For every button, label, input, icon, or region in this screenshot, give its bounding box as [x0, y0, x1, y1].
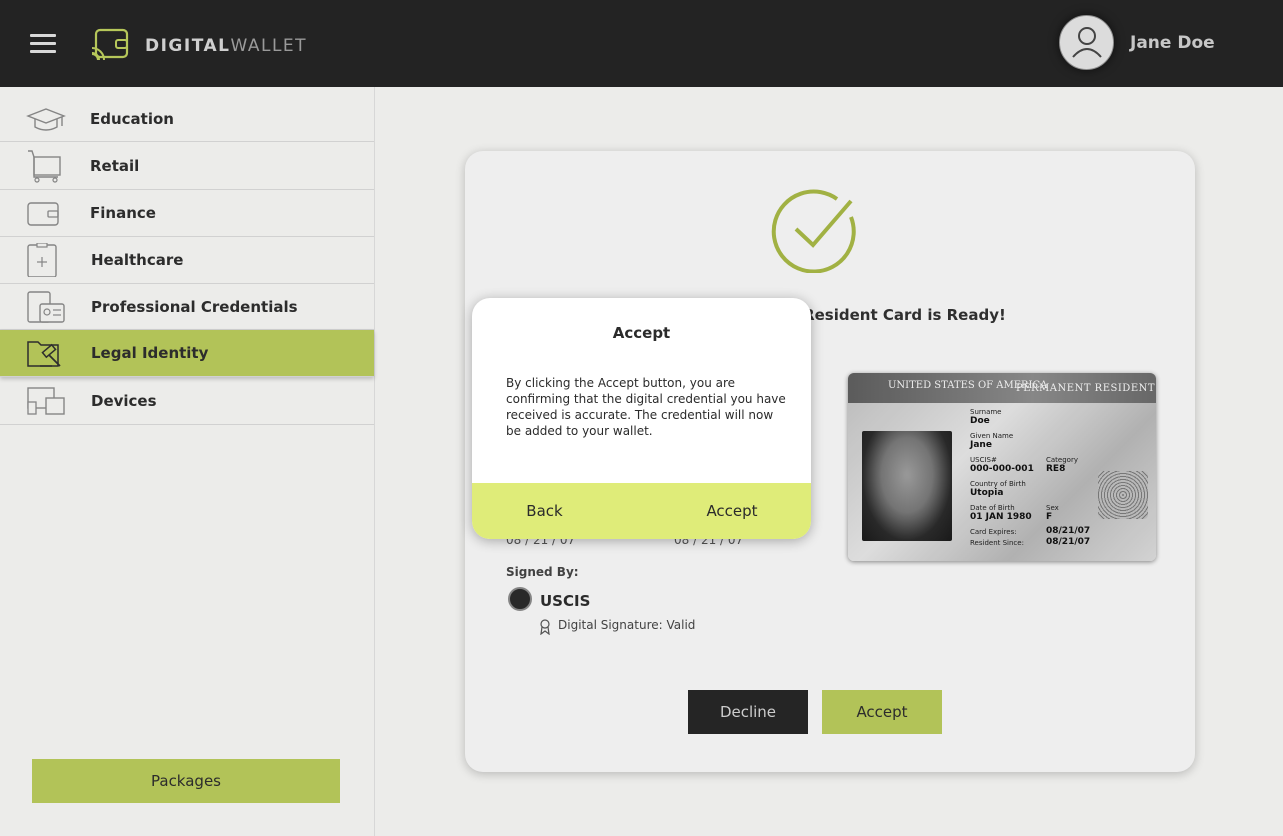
- dialog-accept-button[interactable]: Accept: [667, 483, 797, 539]
- sidebar-item-retail[interactable]: Retail: [0, 143, 374, 190]
- sidebar-item-label: Legal Identity: [91, 344, 209, 362]
- user-name[interactable]: Jane Doe: [1130, 33, 1215, 53]
- checkmark-circle-icon: [771, 189, 856, 273]
- sidebar-item-education[interactable]: Education: [0, 96, 374, 142]
- id-uscis-number: USCIS# 000-000-001: [970, 456, 1034, 474]
- dialog-body: By clicking the Accept button, you are c…: [506, 376, 786, 438]
- wallet-icon: [27, 202, 59, 226]
- gavel-folder-icon: [27, 341, 61, 367]
- sidebar-item-finance[interactable]: Finance: [0, 190, 374, 237]
- user-icon: [1072, 27, 1102, 58]
- card-kind: PERMANENT RESIDENT: [1016, 383, 1156, 394]
- id-card-expires-value: 08/21/07: [1046, 526, 1091, 536]
- sidebar-item-healthcare[interactable]: Healthcare: [0, 237, 374, 284]
- sidebar-item-legal-identity[interactable]: Legal Identity: [0, 330, 374, 377]
- dialog-actions: Back Accept: [472, 483, 811, 539]
- uscis-seal-icon: [508, 587, 532, 611]
- permanent-resident-card-image: UNITED STATES OF AMERICA PERMANENT RESID…: [848, 373, 1156, 561]
- clipboard-plus-icon: [27, 243, 57, 277]
- avatar[interactable]: [1059, 15, 1114, 70]
- sidebar-item-label: Education: [90, 110, 174, 128]
- sidebar: Education Retail Finance Healthcare Prof…: [0, 87, 375, 836]
- menu-icon[interactable]: [30, 34, 56, 54]
- decline-button[interactable]: Decline: [688, 690, 808, 734]
- card-title: nt Resident Card is Ready!: [780, 306, 1006, 324]
- signed-by-label: Signed By:: [506, 565, 579, 579]
- sidebar-item-label: Retail: [90, 157, 140, 175]
- accept-button[interactable]: Accept: [822, 690, 942, 734]
- sidebar-item-label: Healthcare: [91, 251, 184, 269]
- app-header: DIGITALWALLET Jane Doe: [0, 0, 1283, 87]
- id-card-expires: Card Expires:: [970, 528, 1017, 536]
- graduation-cap-icon: [26, 108, 66, 131]
- id-category: Category RE8: [1046, 456, 1078, 474]
- accept-dialog: Accept By clicking the Accept button, yo…: [472, 298, 811, 539]
- sidebar-item-label: Professional Credentials: [91, 298, 298, 316]
- sidebar-item-label: Finance: [90, 204, 156, 222]
- id-photo: [862, 431, 952, 541]
- id-resident-since: Resident Since:: [970, 539, 1024, 547]
- id-country-of-birth: Country of Birth Utopia: [970, 480, 1026, 498]
- packages-button[interactable]: Packages: [32, 759, 340, 803]
- fingerprint-image: [1098, 471, 1148, 519]
- brand-name: DIGITALWALLET: [145, 36, 308, 56]
- id-given-name: Given Name Jane: [970, 432, 1014, 450]
- sidebar-item-professional-credentials[interactable]: Professional Credentials: [0, 284, 374, 330]
- dialog-title: Accept: [612, 324, 671, 342]
- id-date-of-birth: Date of Birth 01 JAN 1980: [970, 504, 1032, 522]
- sidebar-item-label: Devices: [91, 392, 157, 410]
- sidebar-item-devices[interactable]: Devices: [0, 378, 374, 425]
- wallet-logo-icon: [92, 28, 129, 61]
- signature-status: Digital Signature: Valid: [558, 618, 696, 632]
- issuer-name: USCIS: [540, 592, 591, 610]
- id-surname: Surname Doe: [970, 408, 1002, 426]
- dialog-back-button[interactable]: Back: [472, 483, 617, 539]
- id-sex: Sex F: [1046, 504, 1059, 522]
- ribbon-icon: [540, 619, 550, 635]
- devices-icon: [27, 387, 65, 415]
- id-badge-icon: [27, 291, 65, 323]
- id-resident-since-value: 08/21/07: [1046, 537, 1091, 547]
- shopping-cart-icon: [28, 150, 61, 183]
